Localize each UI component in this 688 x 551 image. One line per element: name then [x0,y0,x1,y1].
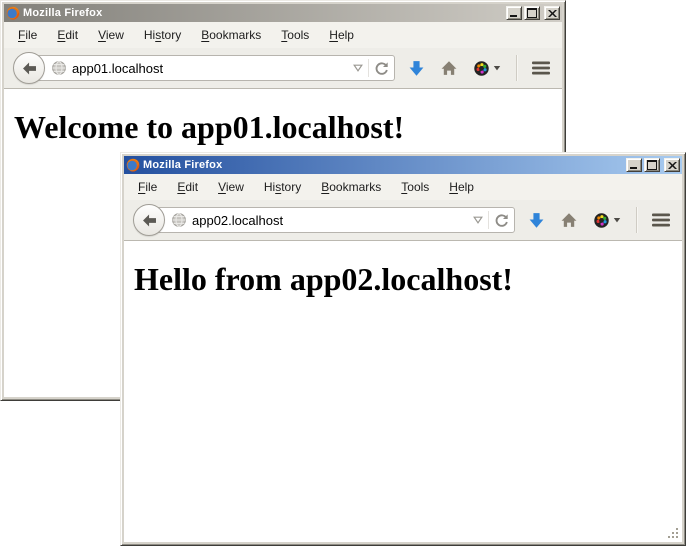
close-icon [668,162,677,169]
home-icon[interactable] [560,212,578,229]
minimize-button[interactable] [506,6,522,20]
reload-icon[interactable] [494,213,509,228]
back-button[interactable] [13,52,45,84]
close-button[interactable] [664,158,680,172]
menu-item-history[interactable]: History [135,25,190,45]
urlbar-divider [368,59,369,77]
menubar: FileEditViewHistoryBookmarksToolsHelp [4,22,562,48]
minimize-icon [510,15,517,17]
page-content: Hello from app02.localhost! [124,241,682,542]
back-icon [141,212,158,229]
addon-icon [473,60,490,77]
titlebar[interactable]: Mozilla Firefox [4,4,562,22]
back-button[interactable] [133,204,165,236]
download-icon[interactable] [528,212,545,229]
caret-down-icon [613,217,621,223]
maximize-icon [527,8,537,18]
page-heading: Welcome to app01.localhost! [14,109,562,146]
window-title: Mozilla Firefox [23,7,503,20]
resize-grip[interactable] [667,527,680,540]
menu-item-view[interactable]: View [89,25,133,45]
download-icon[interactable] [408,60,425,77]
menu-item-tools[interactable]: Tools [392,177,438,197]
menu-item-tools[interactable]: Tools [272,25,318,45]
navigation-toolbar: app01.localhost [4,48,562,89]
firefox-icon[interactable] [6,6,20,20]
navigation-toolbar: app02.localhost [124,200,682,241]
menu-item-edit[interactable]: Edit [168,177,207,197]
menu-item-file[interactable]: File [129,177,166,197]
toolbar-buttons [408,55,550,81]
menu-item-help[interactable]: Help [320,25,363,45]
url-bar[interactable]: app02.localhost [148,207,515,233]
firefox-window-app02[interactable]: Mozilla Firefox FileEditViewHistoryBookm… [120,152,686,546]
urlbar-dropdown-icon[interactable] [473,216,483,224]
urlbar-dropdown-icon[interactable] [353,64,363,72]
firefox-icon[interactable] [126,158,140,172]
maximize-button[interactable] [524,6,540,20]
maximize-button[interactable] [644,158,660,172]
addon-button[interactable] [473,60,501,77]
url-text[interactable]: app02.localhost [192,213,468,228]
menu-item-edit[interactable]: Edit [48,25,87,45]
window-controls [626,158,680,172]
url-bar[interactable]: app01.localhost [28,55,395,81]
urlbar-divider [488,211,489,229]
toolbar-separator [516,55,517,81]
menu-item-help[interactable]: Help [440,177,483,197]
back-icon [21,60,38,77]
menu-item-view[interactable]: View [209,177,253,197]
page-heading: Hello from app02.localhost! [134,261,682,298]
toolbar-separator [636,207,637,233]
titlebar[interactable]: Mozilla Firefox [124,156,682,174]
menubar: FileEditViewHistoryBookmarksToolsHelp [124,174,682,200]
close-icon [548,10,557,17]
toolbar-buttons [528,207,670,233]
globe-icon[interactable] [51,60,67,76]
minimize-button[interactable] [626,158,642,172]
window-controls [506,6,560,20]
close-button[interactable] [544,6,560,20]
minimize-icon [630,167,637,169]
home-icon[interactable] [440,60,458,77]
caret-down-icon [493,65,501,71]
reload-icon[interactable] [374,61,389,76]
menu-item-history[interactable]: History [255,177,310,197]
menu-item-bookmarks[interactable]: Bookmarks [312,177,390,197]
maximize-icon [647,160,657,170]
menu-item-file[interactable]: File [9,25,46,45]
globe-icon[interactable] [171,212,187,228]
addon-button[interactable] [593,212,621,229]
hamburger-menu-icon[interactable] [652,213,670,227]
addon-icon [593,212,610,229]
menu-item-bookmarks[interactable]: Bookmarks [192,25,270,45]
url-text[interactable]: app01.localhost [72,61,348,76]
window-title: Mozilla Firefox [143,159,623,172]
hamburger-menu-icon[interactable] [532,61,550,75]
